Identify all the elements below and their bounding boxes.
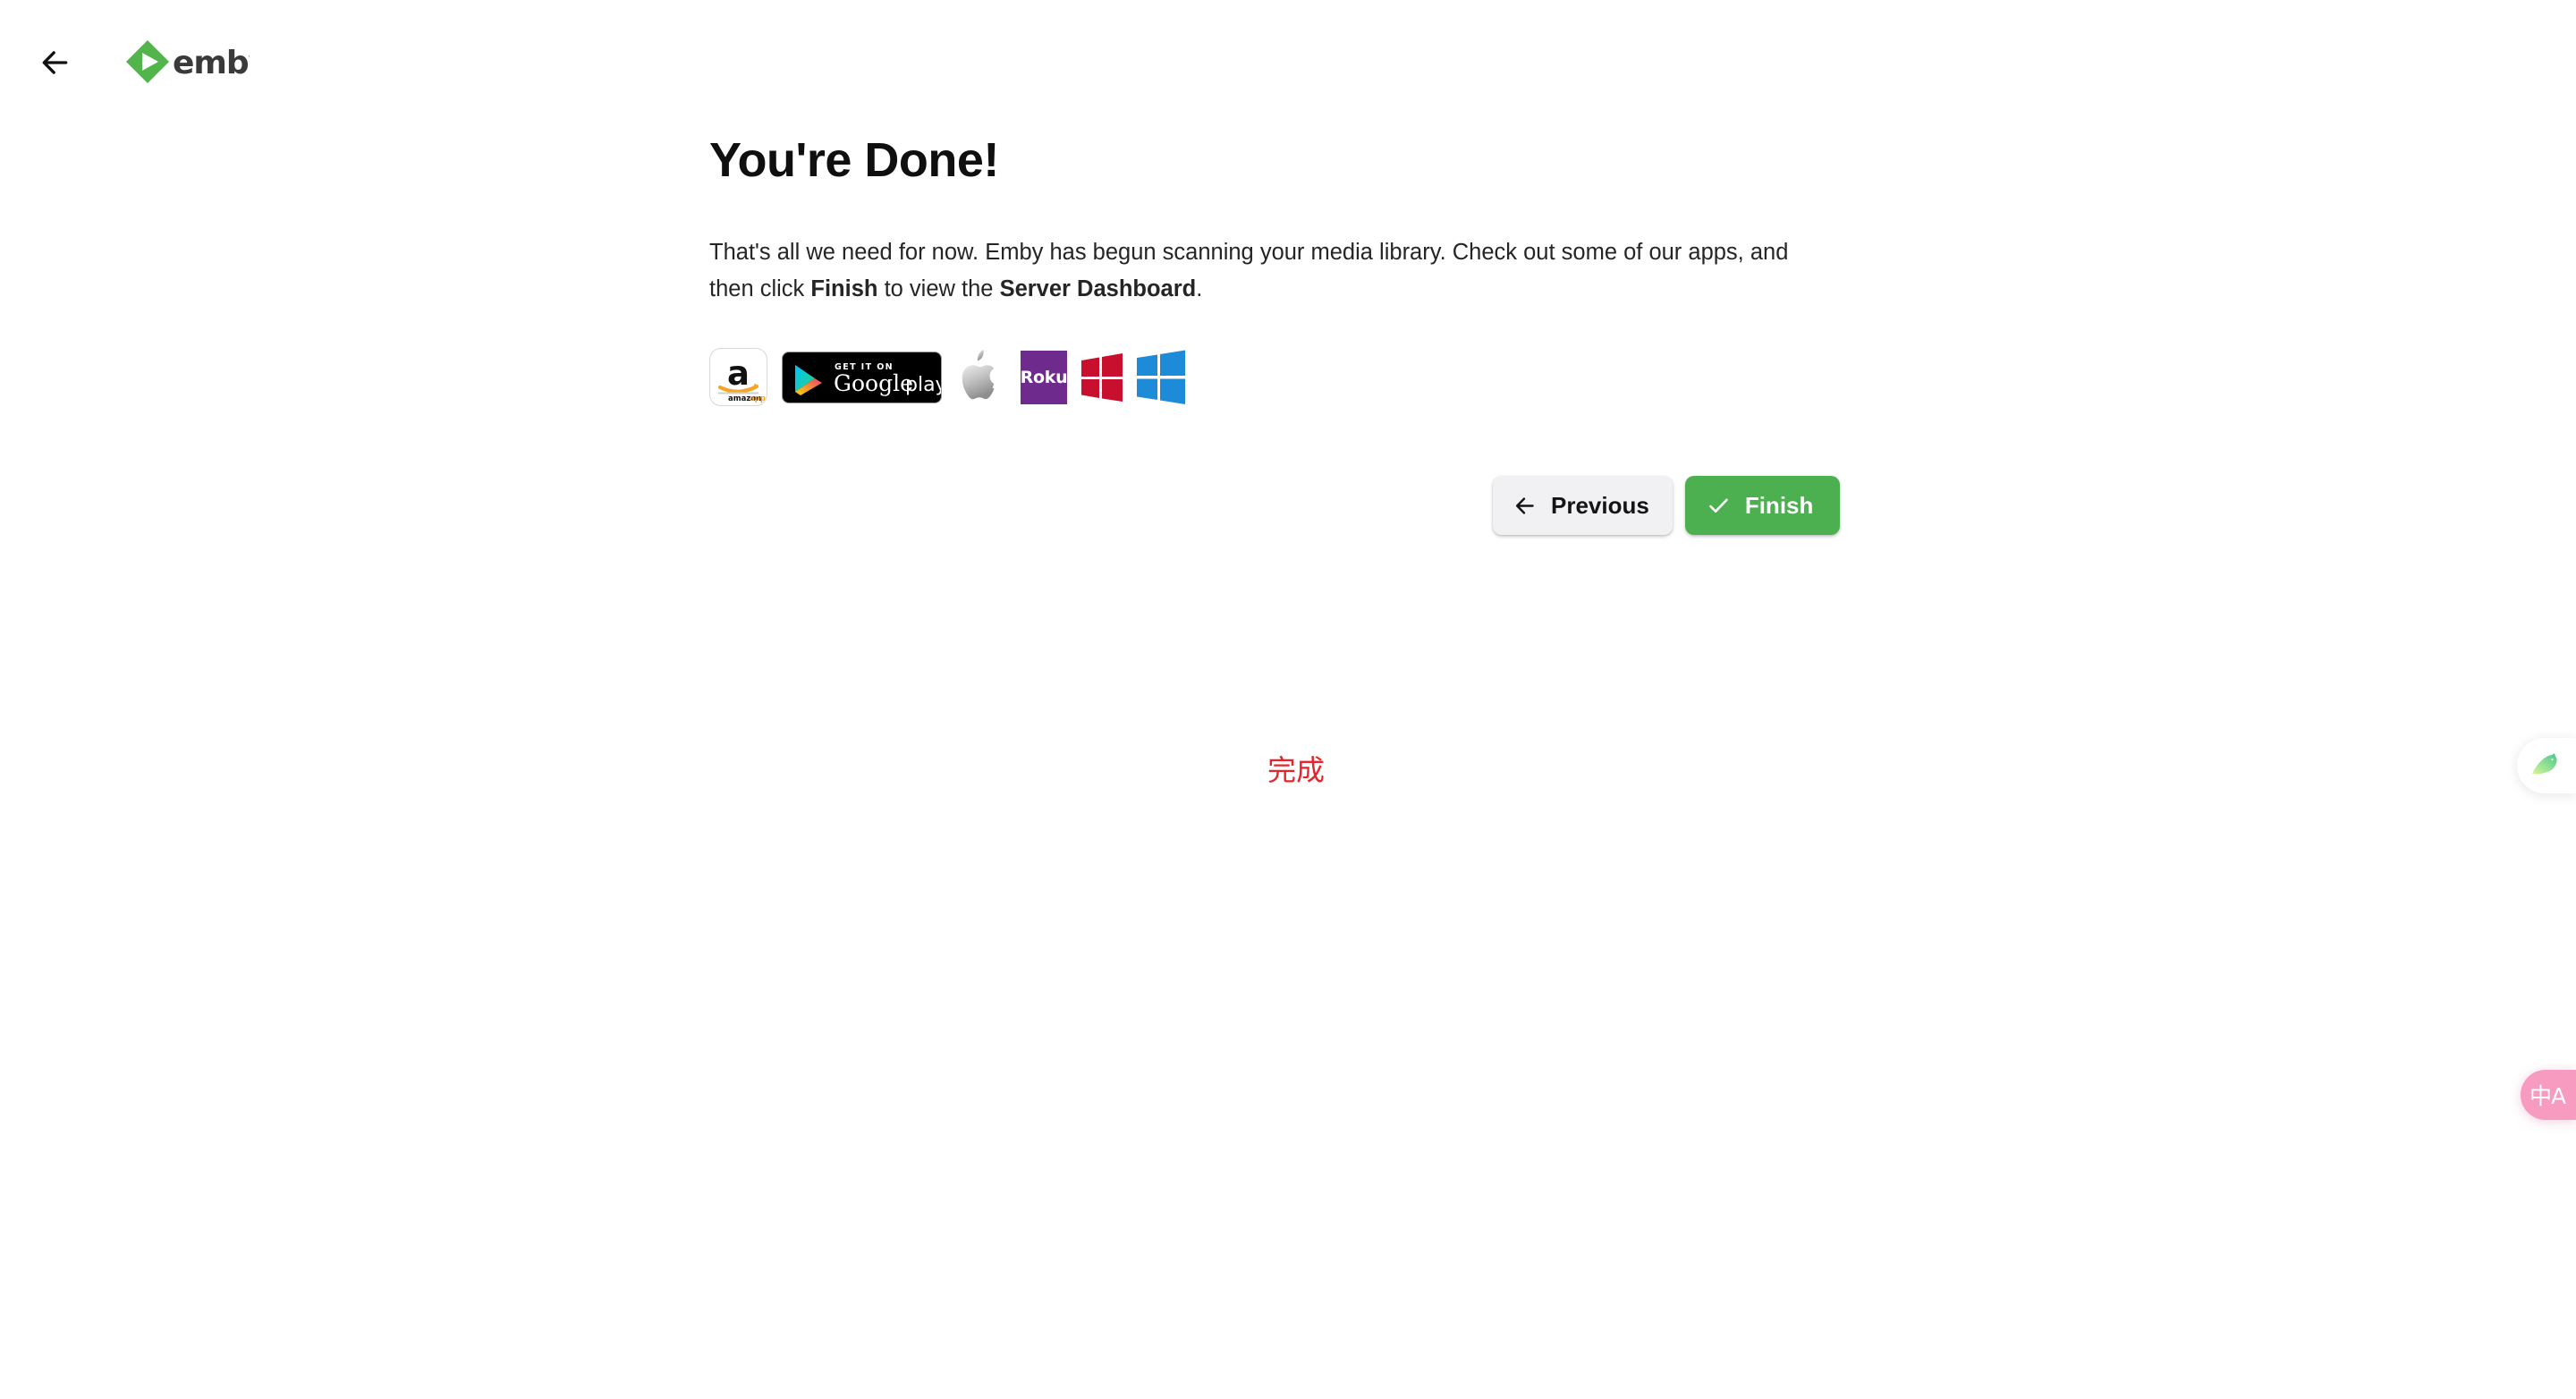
bird-assistant-widget[interactable] bbox=[2517, 738, 2576, 793]
apple-app-store-badge[interactable] bbox=[956, 346, 1006, 409]
translate-icon: 中A bbox=[2529, 1083, 2566, 1109]
windows-badge[interactable] bbox=[1137, 350, 1185, 405]
back-button[interactable] bbox=[22, 30, 87, 95]
description-bold-finish: Finish bbox=[810, 276, 878, 302]
arrow-left-icon bbox=[38, 46, 72, 80]
wizard-navigation-buttons: Previous Finish bbox=[1493, 476, 1841, 535]
emby-diamond-play-icon: emby bbox=[126, 40, 250, 83]
windows-phone-badge[interactable] bbox=[1081, 352, 1123, 403]
windows-logo-icon bbox=[1137, 350, 1185, 404]
check-icon bbox=[1707, 494, 1731, 518]
amazon-appstore-badge[interactable]: a amazon apps bbox=[709, 348, 767, 407]
description-text-2: to view the bbox=[877, 276, 1000, 302]
translate-widget[interactable]: 中A bbox=[2521, 1070, 2576, 1120]
finish-button-label: Finish bbox=[1744, 491, 1814, 519]
bird-assistant-icon bbox=[2532, 753, 2557, 775]
roku-badge[interactable]: Roku bbox=[1020, 350, 1068, 404]
page-description: That's all we need for now. Emby has beg… bbox=[709, 234, 1823, 309]
windows-phone-logo-icon bbox=[1081, 352, 1123, 402]
svg-text:Google: Google bbox=[834, 370, 913, 396]
translation-annotation: 完成 bbox=[1267, 753, 1326, 787]
svg-text:emby: emby bbox=[173, 45, 250, 81]
google-play-badge[interactable]: GET IT ON Google play bbox=[782, 351, 942, 403]
svg-text:a: a bbox=[727, 354, 750, 393]
page-title: You're Done! bbox=[709, 133, 999, 187]
previous-button-label: Previous bbox=[1551, 491, 1649, 519]
apple-logo-icon bbox=[962, 349, 995, 399]
google-play-logo-icon: GET IT ON Google play bbox=[795, 362, 941, 396]
amazon-logo-icon: a amazon apps bbox=[717, 354, 767, 403]
finish-button[interactable]: Finish bbox=[1684, 476, 1841, 535]
svg-text:apps: apps bbox=[750, 394, 767, 403]
emby-brand-logo[interactable]: emby bbox=[124, 36, 250, 89]
arrow-left-icon bbox=[1513, 494, 1537, 518]
svg-text:play: play bbox=[905, 374, 941, 396]
setup-wizard-content: You're Done! That's all we need for now.… bbox=[709, 132, 1872, 416]
previous-button[interactable]: Previous bbox=[1493, 476, 1673, 535]
app-header: emby bbox=[0, 0, 2576, 125]
description-bold-dashboard: Server Dashboard bbox=[999, 276, 1197, 302]
roku-logo-label: Roku bbox=[1020, 367, 1068, 387]
app-badges-row: a amazon apps bbox=[709, 339, 1872, 416]
description-text-3: . bbox=[1196, 276, 1203, 302]
